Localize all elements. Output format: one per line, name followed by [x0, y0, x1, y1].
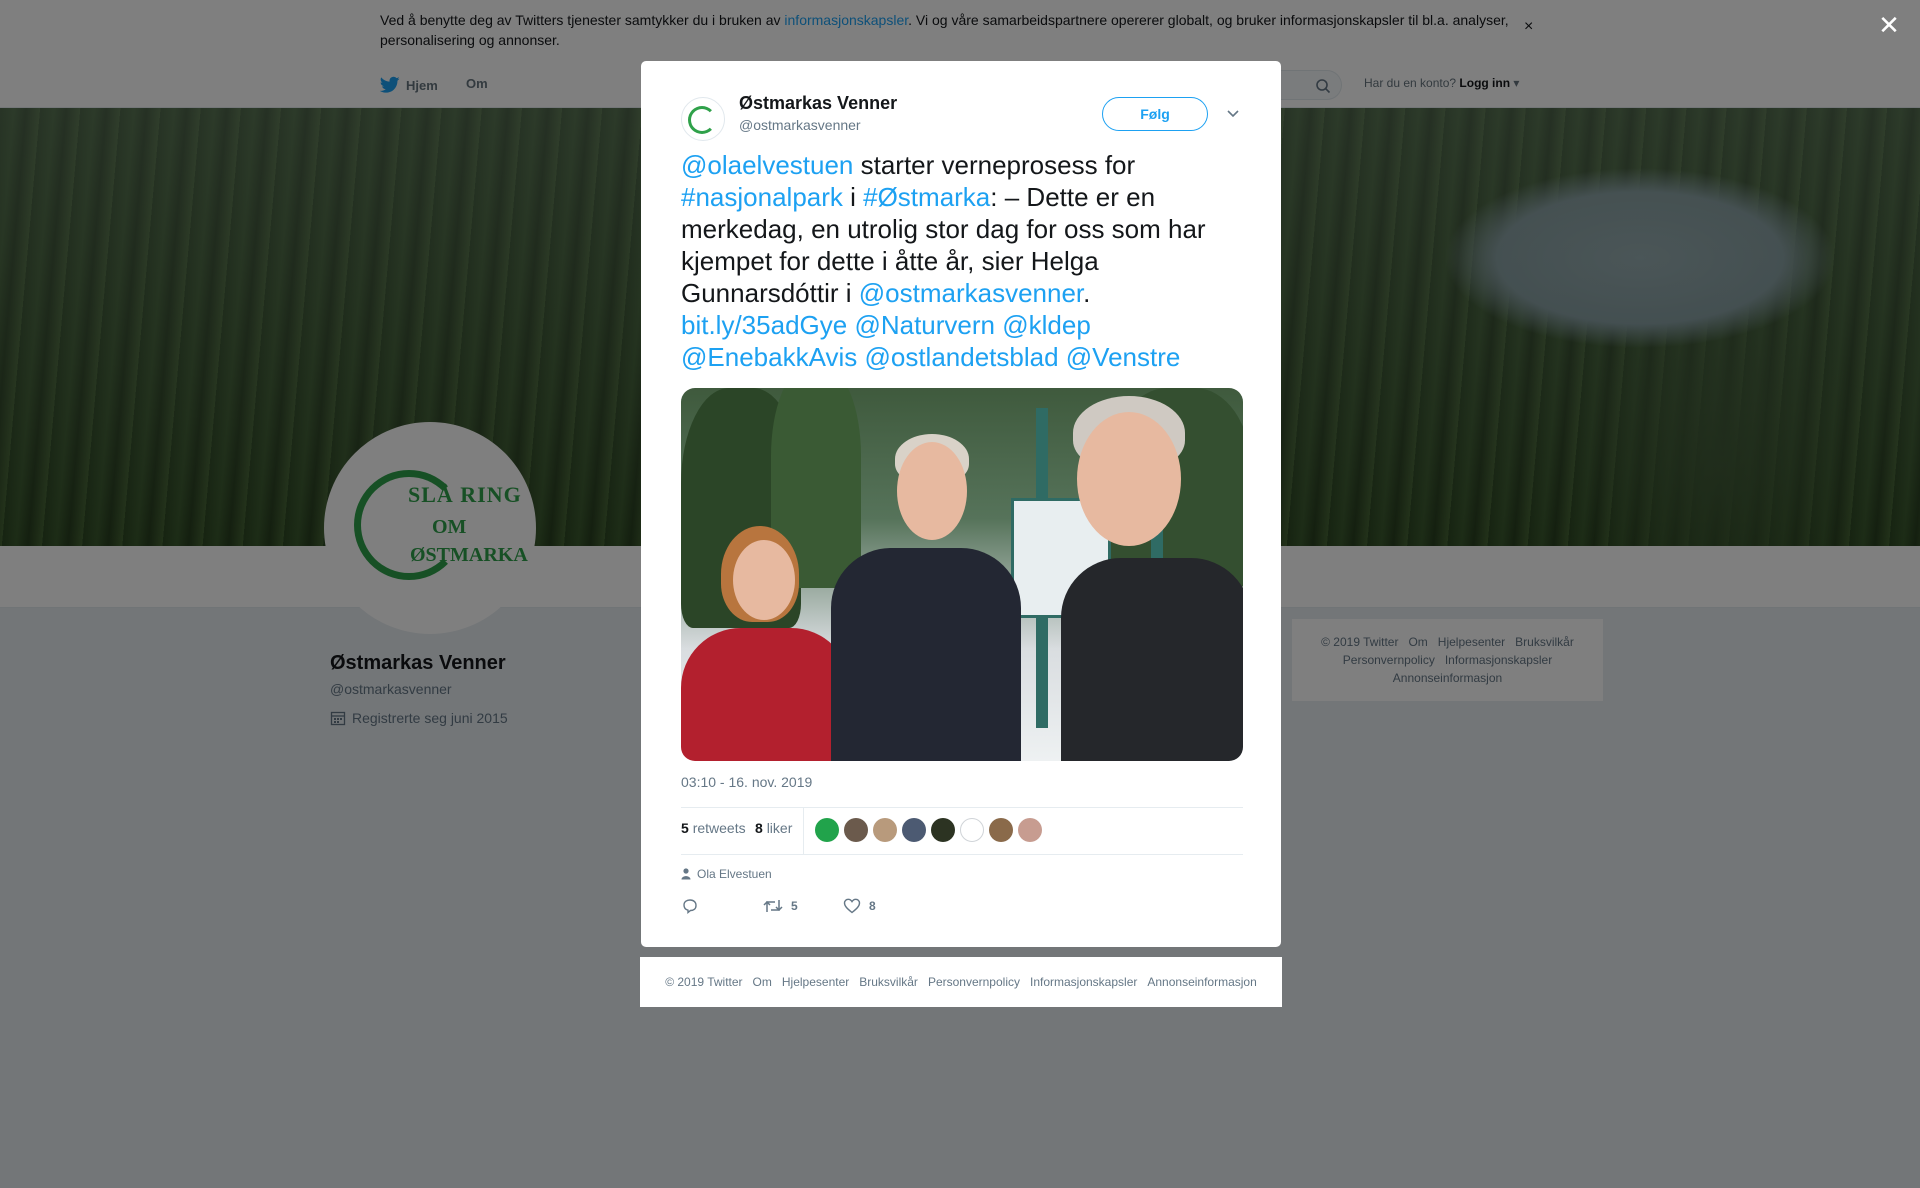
like-button[interactable]: 8 — [843, 897, 876, 915]
mention-link[interactable]: @ostmarkasvenner — [859, 278, 1083, 308]
footer-link[interactable]: Informasjonskapsler — [1030, 975, 1137, 989]
footer-link[interactable]: Hjelpesenter — [782, 975, 849, 989]
mention-link[interactable]: @EnebakkAvis — [681, 342, 857, 372]
likes-stat[interactable]: 8 liker — [755, 820, 792, 836]
tweet-mentioned-user[interactable]: Ola Elvestuen — [681, 867, 772, 881]
heart-icon — [843, 898, 861, 914]
liker-avatar[interactable] — [844, 818, 868, 842]
close-icon[interactable]: ✕ — [1874, 10, 1904, 40]
mention-link[interactable]: @olaelvestuen — [681, 150, 853, 180]
modal-footer: © 2019 Twitter Om Hjelpesenter Bruksvilkår P… — [640, 957, 1282, 1007]
tweet-text: @olaelvestuen starter verneprosess for #… — [681, 150, 1206, 372]
liker-avatar[interactable] — [815, 818, 839, 842]
liker-avatar[interactable] — [873, 818, 897, 842]
liker-avatar[interactable] — [931, 818, 955, 842]
tweet-modal: Østmarkas Venner @ostmarkasvenner Følg @… — [641, 61, 1281, 947]
tweet-photo[interactable] — [681, 388, 1243, 761]
tweet-author-avatar[interactable] — [681, 97, 725, 141]
tweet-stats: 5 retweets 8 liker — [681, 807, 1243, 855]
liker-avatar[interactable] — [960, 818, 984, 842]
hashtag-link[interactable]: #nasjonalpark — [681, 182, 843, 212]
reply-button[interactable] — [681, 897, 699, 915]
chevron-down-icon[interactable] — [1225, 105, 1241, 121]
follow-button[interactable]: Følg — [1102, 97, 1208, 131]
retweet-icon — [763, 900, 783, 912]
tweet-author-name[interactable]: Østmarkas Venner — [739, 93, 897, 114]
liker-avatar[interactable] — [1018, 818, 1042, 842]
mention-link[interactable]: @ostlandetsblad — [864, 342, 1058, 372]
tweet-author-handle[interactable]: @ostmarkasvenner — [739, 117, 861, 133]
footer-link[interactable]: © 2019 Twitter — [665, 975, 742, 989]
retweets-stat[interactable]: 5 retweets — [681, 820, 746, 836]
footer-link[interactable]: Annonseinformasjon — [1147, 975, 1256, 989]
retweet-button[interactable]: 5 — [763, 897, 798, 915]
liker-avatar[interactable] — [989, 818, 1013, 842]
mention-link[interactable]: @Naturvern — [854, 310, 995, 340]
hashtag-link[interactable]: #Østmarka — [863, 182, 990, 212]
footer-link[interactable]: Bruksvilkår — [859, 975, 918, 989]
person-icon — [681, 868, 691, 880]
tweet-actions: 5 8 — [681, 897, 1243, 921]
url-link[interactable]: bit.ly/35adGye — [681, 310, 847, 340]
mention-link[interactable]: @Venstre — [1066, 342, 1181, 372]
footer-link[interactable]: Om — [753, 975, 772, 989]
liker-avatars — [815, 818, 1042, 842]
liker-avatar[interactable] — [902, 818, 926, 842]
mention-link[interactable]: @kldep — [1002, 310, 1091, 340]
tweet-timestamp[interactable]: 03:10 - 16. nov. 2019 — [681, 774, 812, 790]
footer-link[interactable]: Personvernpolicy — [928, 975, 1020, 989]
reply-icon — [683, 899, 697, 914]
